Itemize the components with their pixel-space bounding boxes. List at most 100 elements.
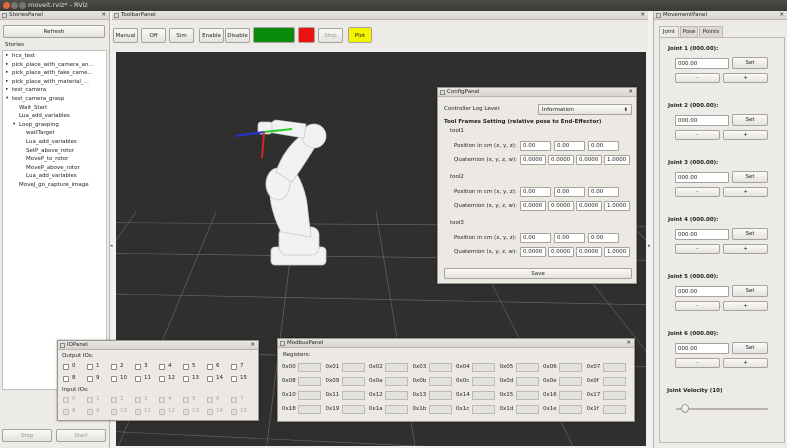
tree-item[interactable]: waitTarget (26, 130, 55, 136)
tree-item[interactable]: pick_place_with_camera_an... (12, 62, 94, 68)
joint-plus-button[interactable]: + (723, 358, 768, 368)
panel-float-icon[interactable] (656, 13, 661, 18)
tree-item[interactable]: Lua_add_variables (19, 113, 70, 119)
quaternion-input[interactable]: 1.0000 (604, 201, 630, 211)
tree-expand-icon[interactable]: ▸ (6, 62, 8, 67)
quaternion-input[interactable]: 0.0000 (520, 247, 546, 257)
output-io-checkbox[interactable] (207, 364, 213, 370)
joint-plus-button[interactable]: + (723, 187, 768, 197)
joint-minus-button[interactable]: - (675, 244, 720, 254)
position-input[interactable]: 0.00 (554, 141, 585, 151)
close-icon[interactable]: ✕ (626, 339, 631, 348)
status-red-button[interactable] (298, 27, 315, 43)
off-button[interactable]: Off (141, 28, 166, 43)
stop-story-button[interactable]: Stop (2, 429, 52, 442)
minimize-window-icon[interactable] (11, 2, 18, 9)
joint-set-button[interactable]: Set (732, 228, 768, 240)
maximize-window-icon[interactable] (19, 2, 26, 9)
output-io-checkbox[interactable] (63, 364, 69, 370)
tab-points[interactable]: Points (699, 26, 723, 37)
output-io-checkbox[interactable] (135, 364, 141, 370)
quaternion-input[interactable]: 0.0000 (548, 247, 574, 257)
close-icon[interactable]: ✕ (101, 11, 106, 20)
quaternion-input[interactable]: 0.0000 (520, 155, 546, 165)
quaternion-input[interactable]: 0.0000 (548, 201, 574, 211)
quaternion-input[interactable]: 0.0000 (520, 201, 546, 211)
close-icon[interactable]: ✕ (628, 88, 633, 97)
joint-set-button[interactable]: Set (732, 114, 768, 126)
joint-set-button[interactable]: Set (732, 57, 768, 69)
joint-plus-button[interactable]: + (723, 244, 768, 254)
tree-item[interactable]: pick_place_with_material_... (12, 79, 89, 85)
joint-input[interactable]: 000.00 (675, 286, 729, 297)
joint-plus-button[interactable]: + (723, 73, 768, 83)
output-io-checkbox[interactable] (231, 364, 237, 370)
tree-item[interactable]: pick_place_with_fake_came... (12, 70, 93, 76)
panel-float-icon[interactable] (440, 90, 445, 95)
close-icon[interactable]: ✕ (779, 11, 784, 20)
position-input[interactable]: 0.00 (588, 233, 619, 243)
joint-input[interactable]: 000.00 (675, 115, 729, 126)
quaternion-input[interactable]: 1.0000 (604, 155, 630, 165)
stop-button[interactable]: Stop (318, 28, 343, 43)
joint-minus-button[interactable]: - (675, 187, 720, 197)
tree-item[interactable]: SetP_above_rotor (26, 148, 74, 154)
tree-expand-icon[interactable]: ▸ (6, 53, 8, 58)
tree-expand-icon[interactable]: ▾ (13, 122, 15, 127)
log-level-select[interactable]: Information ⬍ (538, 104, 632, 115)
output-io-checkbox[interactable] (183, 376, 189, 382)
tree-expand-icon[interactable]: ▸ (6, 87, 8, 92)
position-input[interactable]: 0.00 (520, 187, 551, 197)
joint-plus-button[interactable]: + (723, 130, 768, 140)
plot-button[interactable]: Plot (348, 27, 372, 43)
close-window-icon[interactable] (3, 2, 10, 9)
quaternion-input[interactable]: 0.0000 (576, 247, 602, 257)
position-input[interactable]: 0.00 (554, 187, 585, 197)
joint-plus-button[interactable]: + (723, 301, 768, 311)
tree-item[interactable]: Lua_add_variables (26, 173, 77, 179)
quaternion-input[interactable]: 0.0000 (576, 201, 602, 211)
output-io-checkbox[interactable] (87, 376, 93, 382)
tree-item[interactable]: MoveP_above_rotor (26, 165, 80, 171)
joint-set-button[interactable]: Set (732, 171, 768, 183)
joint-minus-button[interactable]: - (675, 358, 720, 368)
close-icon[interactable]: ✕ (250, 341, 255, 350)
panel-float-icon[interactable] (114, 13, 119, 18)
joint-input[interactable]: 000.00 (675, 172, 729, 183)
tree-expand-icon[interactable]: ▸ (6, 70, 8, 75)
output-io-checkbox[interactable] (183, 364, 189, 370)
joint-minus-button[interactable]: - (675, 73, 720, 83)
disable-button[interactable]: Disable (225, 28, 250, 43)
joint-minus-button[interactable]: - (675, 301, 720, 311)
output-io-checkbox[interactable] (111, 364, 117, 370)
joint-input[interactable]: 000.00 (675, 58, 729, 69)
sim-button[interactable]: Sim (169, 28, 194, 43)
panel-float-icon[interactable] (280, 341, 285, 346)
tree-item[interactable]: Wait_Start (19, 105, 47, 111)
tree-item[interactable]: Lua_add_variables (26, 139, 77, 145)
output-io-checkbox[interactable] (63, 376, 69, 382)
tree-expand-icon[interactable]: ▸ (6, 79, 8, 84)
position-input[interactable]: 0.00 (588, 141, 619, 151)
tree-item[interactable]: test_camera_grasp (12, 96, 64, 102)
tree-item[interactable]: test_camera (12, 87, 46, 93)
output-io-checkbox[interactable] (159, 376, 165, 382)
refresh-button[interactable]: Refresh (3, 25, 105, 38)
enable-button[interactable]: Enable (199, 28, 224, 43)
output-io-checkbox[interactable] (159, 364, 165, 370)
joint-input[interactable]: 000.00 (675, 229, 729, 240)
joint-input[interactable]: 000.00 (675, 343, 729, 354)
quaternion-input[interactable]: 0.0000 (576, 155, 602, 165)
panel-float-icon[interactable] (60, 343, 65, 348)
manual-button[interactable]: Manual (113, 28, 138, 43)
velocity-slider[interactable] (676, 408, 768, 410)
tree-expand-icon[interactable]: ▾ (6, 96, 8, 101)
position-input[interactable]: 0.00 (520, 233, 551, 243)
joint-set-button[interactable]: Set (732, 342, 768, 354)
output-io-checkbox[interactable] (231, 376, 237, 382)
position-input[interactable]: 0.00 (554, 233, 585, 243)
position-input[interactable]: 0.00 (520, 141, 551, 151)
joint-set-button[interactable]: Set (732, 285, 768, 297)
status-green-button[interactable] (253, 27, 295, 43)
save-button[interactable]: Save (444, 268, 632, 279)
